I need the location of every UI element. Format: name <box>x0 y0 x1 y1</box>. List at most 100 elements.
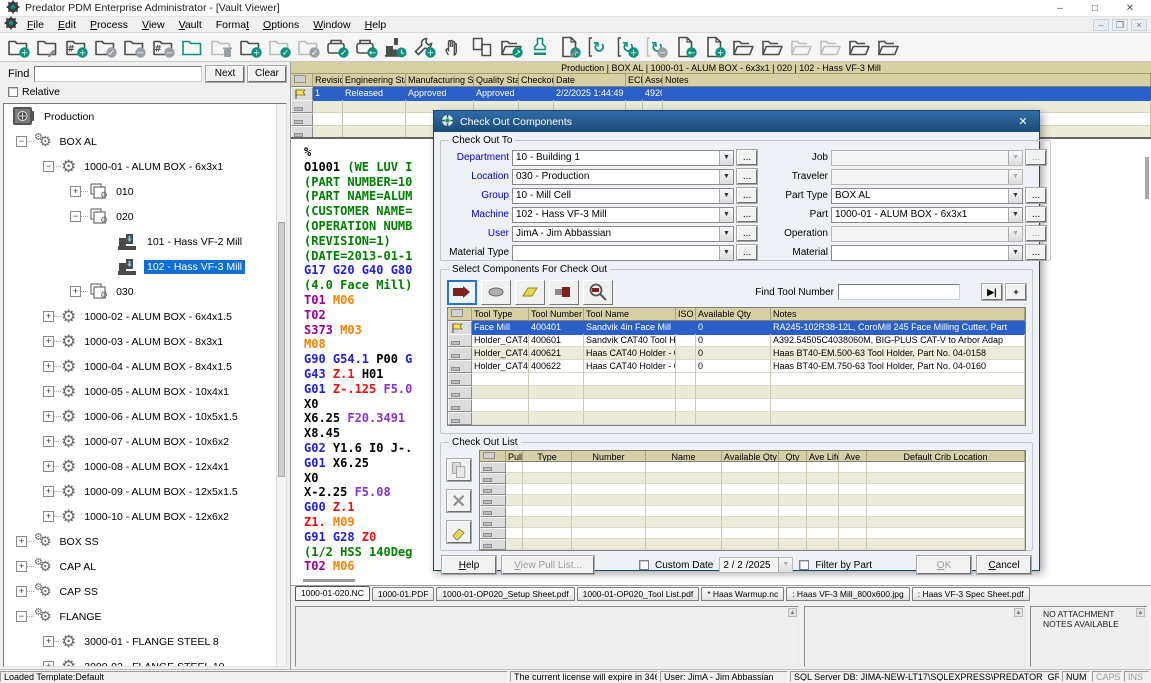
editor-scrollbar-h[interactable] <box>303 579 355 582</box>
location-combo[interactable]: 030 - Production▼ <box>512 169 734 185</box>
chevron-down-icon[interactable]: ▼ <box>719 170 733 184</box>
tool-column-header[interactable]: Available Qty <box>696 308 771 321</box>
chevron-down-icon[interactable]: ▼ <box>719 189 733 203</box>
material-browse-button[interactable]: ... <box>1026 245 1046 260</box>
tree-item-label[interactable]: 1000-05 - ALUM BOX - 10x4x1 <box>81 385 232 399</box>
tool-row[interactable]: Face Mill400401Sandvik 4in Face Mill0RA2… <box>448 321 1025 334</box>
browse-folder-4-icon[interactable] <box>816 34 844 60</box>
tree-item-label[interactable]: 1000-04 - ALUM BOX - 8x4x1.5 <box>81 360 235 374</box>
tool-column-header[interactable]: ISO <box>676 308 696 321</box>
view-pull-list-button[interactable]: View Pull List... <box>502 556 594 574</box>
expand-icon[interactable]: + <box>16 536 27 547</box>
list-column-header[interactable]: Type <box>523 451 572 462</box>
endmill-filter-button[interactable] <box>447 280 477 305</box>
collapse-icon[interactable]: − <box>16 136 27 147</box>
add-folder-icon[interactable]: + <box>4 34 32 60</box>
expand-icon[interactable]: + <box>43 461 54 472</box>
list-column-header[interactable]: Qty <box>779 451 807 462</box>
release-folder-icon[interactable]: ↗ <box>497 34 525 60</box>
tree-item-label[interactable]: 1000-06 - ALUM BOX - 10x5x1.5 <box>81 410 241 424</box>
tree-item-label[interactable]: 3000-01 - FLANGE STEEL 8 <box>81 635 221 649</box>
expand-icon[interactable]: + <box>43 386 54 397</box>
tree-item[interactable]: +⚙1000-09 - ALUM BOX - 12x5x1.5 <box>4 479 286 504</box>
machine-browse-button[interactable]: ... <box>737 207 757 222</box>
add-tool-icon[interactable]: + <box>410 34 438 60</box>
expand-icon[interactable]: + <box>43 361 54 372</box>
dialog-close-icon[interactable]: ✕ <box>1014 115 1032 128</box>
tool-row[interactable]: Holder_CAT40400622Haas CAT40 Holder - 0.… <box>448 360 1025 373</box>
tree-item[interactable]: +⚙1000-06 - ALUM BOX - 10x5x1.5 <box>4 404 286 429</box>
edit-document-icon[interactable]: + <box>555 34 583 60</box>
list-column-header[interactable]: Number <box>572 451 646 462</box>
tool-row[interactable]: Holder_CAT40400621Haas CAT40 Holder - 0.… <box>448 347 1025 360</box>
tool-column-header[interactable]: Notes <box>771 308 1025 321</box>
job-combo[interactable]: ▼ <box>831 150 1023 166</box>
expand-icon[interactable]: + <box>43 436 54 447</box>
manual-select-icon[interactable] <box>439 34 467 60</box>
list-column-header[interactable]: Ave Life <box>807 451 839 462</box>
batch-checkout-icon[interactable]: ↻+ <box>613 34 641 60</box>
tree-item-label[interactable]: Production <box>41 110 97 124</box>
edit-folder-icon[interactable] <box>33 34 61 60</box>
tree-item-label[interactable]: 030 <box>113 285 137 299</box>
expand-icon[interactable]: + <box>43 311 54 322</box>
delete-from-list-button[interactable] <box>447 490 471 512</box>
grid-row[interactable]: 1ReleasedApprovedApproved2/2/2025 1:44:4… <box>291 87 1151 100</box>
collapse-icon[interactable]: − <box>70 211 81 222</box>
expand-icon[interactable]: + <box>43 336 54 347</box>
custom-date-combo[interactable]: 2 / 2 /2025▼ <box>719 557 793 573</box>
menu-vault[interactable]: Vault <box>172 19 209 31</box>
search-tool-button[interactable] <box>583 280 613 305</box>
tree-item[interactable]: +⚙3000-02 - FLANGE STEEL 10 <box>4 654 286 667</box>
document-tab[interactable]: 1000-01-OP020_Tool List.pdf <box>577 587 700 601</box>
find-input[interactable] <box>34 66 202 82</box>
menu-options[interactable]: Options <box>256 19 306 31</box>
collapse-icon[interactable]: − <box>16 611 27 622</box>
browse-folder-6-icon[interactable] <box>874 34 902 60</box>
menu-help[interactable]: Help <box>358 19 394 31</box>
grid-column-header[interactable]: Date <box>554 74 626 87</box>
clear-list-button[interactable] <box>447 521 471 543</box>
editor-scrollbar-v[interactable] <box>1145 157 1149 199</box>
tree-item[interactable]: −⚙⚙FLANGE <box>4 604 286 629</box>
scroll-up-icon[interactable]: ▲ <box>1014 608 1023 617</box>
redo-checkout-icon[interactable]: ↻ <box>584 34 612 60</box>
department-browse-button[interactable]: ... <box>737 150 757 165</box>
tool-row-empty[interactable] <box>448 399 1025 412</box>
list-row-empty[interactable] <box>480 539 1025 550</box>
tree-item[interactable]: +⚙1000-10 - ALUM BOX - 12x6x2 <box>4 504 286 529</box>
menu-view[interactable]: View <box>135 19 172 31</box>
browse-folder-1-icon[interactable] <box>729 34 757 60</box>
expand-icon[interactable]: + <box>43 486 54 497</box>
chevron-down-icon[interactable]: ▼ <box>1008 208 1022 222</box>
tree-item-label[interactable]: BOX AL <box>57 135 100 149</box>
tree-item-label[interactable]: 1000-08 - ALUM BOX - 12x4x1 <box>81 460 232 474</box>
tree-item[interactable]: +⚙⚙BOX SS <box>4 529 286 554</box>
tree-item-label[interactable]: 101 - Hass VF-2 Mill <box>144 235 245 249</box>
document-tab[interactable]: 1000-01-OP020_Setup Sheet.pdf <box>436 587 574 601</box>
browse-folder-2-icon[interactable] <box>758 34 786 60</box>
material-type-combo[interactable]: ▼ <box>512 245 734 261</box>
list-row-empty[interactable] <box>480 473 1025 484</box>
chevron-down-icon[interactable]: ▼ <box>719 246 733 260</box>
operation-combo[interactable]: ▼ <box>831 226 1023 242</box>
grid-column-header[interactable]: Checkout <box>519 74 554 87</box>
tree-item-label[interactable]: 102 - Hass VF-3 Mill <box>144 260 245 274</box>
approve-stamp-icon[interactable] <box>526 34 554 60</box>
relative-checkbox[interactable] <box>8 87 18 97</box>
batch-checkin-icon[interactable]: ↻− <box>642 34 670 60</box>
checkin-folder-icon[interactable]: ✓ <box>265 34 293 60</box>
list-column-header[interactable]: Default Crib Location <box>867 451 1025 462</box>
tree-item-label[interactable]: CAP SS <box>57 585 101 599</box>
insert-filter-button[interactable] <box>481 280 511 305</box>
add-file-folder-icon[interactable]: + <box>236 34 264 60</box>
collapse-icon[interactable]: − <box>43 161 54 172</box>
tree-item[interactable]: −⚙1000-01 - ALUM BOX - 6x3x1 <box>4 154 286 179</box>
expand-icon[interactable]: + <box>16 561 27 572</box>
tree-item[interactable]: +⚙1000-04 - ALUM BOX - 8x4x1.5 <box>4 354 286 379</box>
machine-combo[interactable]: 102 - Hass VF-3 Mill▼ <box>512 207 734 223</box>
tree-item[interactable]: −⚙⚙BOX AL <box>4 129 286 154</box>
expand-icon[interactable]: + <box>43 661 54 667</box>
remove-folder-icon[interactable]: − <box>120 34 148 60</box>
help-button[interactable]: Help <box>442 556 496 574</box>
